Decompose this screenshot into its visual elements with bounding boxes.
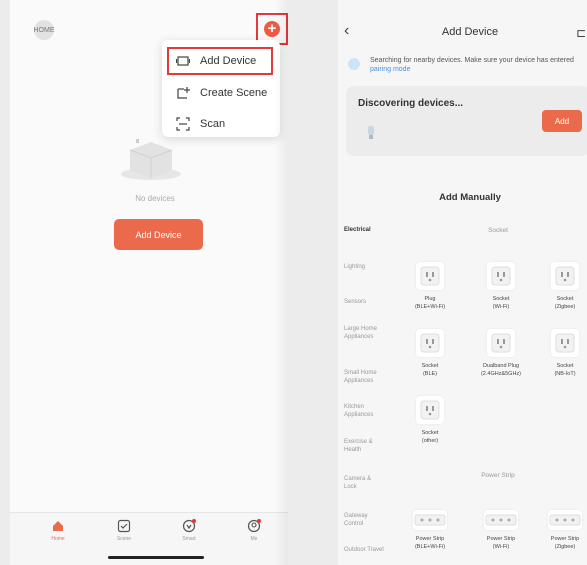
empty-state-text: No devices	[135, 194, 175, 203]
menu-item-label: Scan	[200, 118, 226, 130]
socket-icon	[416, 262, 444, 290]
device-socket-ble[interactable]: Socket (BLE)	[400, 329, 460, 378]
device-name: Power Strip	[550, 536, 580, 542]
device-protocol: (BLE)	[422, 371, 438, 377]
panel-shadow	[274, 0, 288, 565]
bluetooth-search-icon	[348, 58, 360, 70]
scan-icon[interactable]: ⊏	[576, 26, 586, 40]
category-exercise-health[interactable]: Exercise & Health	[344, 438, 384, 454]
discovered-device-icon	[368, 126, 374, 139]
device-protocol: (NB-IoT)	[554, 371, 576, 377]
tab-scene[interactable]: Scene	[104, 519, 144, 542]
home-selector-icon[interactable]: HOME	[33, 20, 55, 40]
socket-icon	[416, 396, 444, 424]
device-name: Socket	[556, 296, 574, 302]
tab-me[interactable]: Me	[234, 519, 274, 542]
category-camera-lock[interactable]: Camera & Lock	[344, 475, 384, 491]
socket-icon	[416, 329, 444, 357]
home-indicator	[108, 556, 204, 559]
home-icon	[53, 521, 63, 531]
device-name: Socket	[492, 296, 510, 302]
category-sensors[interactable]: Sensors	[344, 298, 404, 306]
device-name: Plug	[424, 296, 436, 302]
tab-label: Home	[51, 536, 65, 542]
device-protocol: (Zigbee)	[554, 544, 576, 550]
category-kitchen-appliances[interactable]: Kitchen Appliances	[344, 403, 390, 419]
device-plug-ble-wifi[interactable]: Plug (BLE+Wi-Fi)	[400, 262, 460, 311]
power-strip-icon	[413, 510, 447, 530]
tab-label: Smart	[182, 536, 196, 542]
device-protocol: (BLE+Wi-Fi)	[414, 304, 446, 310]
page-title: Add Device	[441, 26, 499, 38]
menu-item-label: Create Scene	[200, 87, 268, 99]
tab-label: Me	[250, 536, 258, 542]
add-manually-title: Add Manually	[439, 192, 501, 203]
socket-icon	[487, 329, 515, 357]
device-name: Socket	[556, 363, 574, 369]
device-name: Socket	[421, 363, 439, 369]
search-hint: Searching for nearby devices. Make sure …	[348, 56, 583, 74]
empty-box-illustration	[121, 139, 181, 180]
bottom-tab-bar: Home Scene Smart Me	[10, 512, 288, 565]
device-name: Socket	[421, 430, 439, 436]
category-lighting[interactable]: Lighting	[344, 263, 404, 271]
device-dualband-plug[interactable]: Dualband Plug (2.4GHz&5GHz)	[471, 329, 531, 378]
device-name: Power Strip	[415, 536, 445, 542]
tab-home[interactable]: Home	[38, 519, 78, 542]
device-socket-wifi[interactable]: Socket (Wi-Fi)	[471, 262, 531, 311]
discovered-add-button[interactable]: Add	[542, 110, 582, 132]
device-protocol: (2.4GHz&5GHz)	[480, 371, 522, 377]
device-protocol: (BLE+Wi-Fi)	[414, 544, 446, 550]
device-power-strip-wifi[interactable]: Power Strip (Wi-Fi)	[471, 510, 531, 551]
discovering-card: Discovering devices... Add	[346, 86, 587, 156]
menu-item-add-device[interactable]: Add Device	[167, 47, 273, 75]
tab-smart[interactable]: Smart	[169, 519, 209, 542]
power-strip-icon	[484, 510, 518, 530]
search-hint-text: Searching for nearby devices. Make sure …	[370, 57, 574, 64]
device-power-strip-ble-wifi[interactable]: Power Strip (BLE+Wi-Fi)	[400, 510, 460, 551]
section-power-strip-title: Power Strip	[481, 472, 515, 479]
category-electrical[interactable]: Electrical	[344, 226, 404, 234]
category-gateway-control[interactable]: Gateway Control	[344, 512, 384, 528]
device-protocol: (Wi-Fi)	[492, 304, 510, 310]
device-name: Dualband Plug	[482, 363, 520, 369]
device-socket-other[interactable]: Socket (other)	[400, 396, 460, 445]
add-device-screen: ‹ Add Device ⊏ Searching for nearby devi…	[338, 0, 587, 565]
smart-icon	[182, 519, 196, 533]
device-protocol: (other)	[421, 438, 439, 444]
device-socket-zigbee[interactable]: Socket (Zigbee)	[535, 262, 587, 311]
home-screen: HOME + Add Device Create Scene Scan No d…	[10, 0, 288, 565]
add-device-icon	[176, 56, 190, 66]
me-icon	[247, 519, 261, 533]
category-small-home-appliances[interactable]: Small Home Appliances	[344, 369, 392, 385]
category-outdoor-travel[interactable]: Outdoor Travel	[344, 546, 384, 554]
add-popup-menu: Add Device Create Scene Scan	[162, 40, 280, 137]
section-socket-title: Socket	[488, 227, 508, 234]
socket-icon	[551, 329, 579, 357]
device-power-strip-zigbee[interactable]: Power Strip (Zigbee)	[535, 510, 587, 551]
power-strip-icon	[548, 510, 582, 530]
scene-icon	[117, 519, 131, 533]
device-protocol: (Wi-Fi)	[492, 544, 510, 550]
menu-item-label: Add Device	[200, 55, 257, 67]
menu-item-create-scene[interactable]: Create Scene	[162, 79, 280, 107]
home-selector-label: HOME	[33, 26, 55, 34]
scan-icon	[176, 117, 190, 131]
socket-icon	[551, 262, 579, 290]
create-scene-icon	[177, 87, 190, 99]
socket-icon	[487, 262, 515, 290]
device-socket-nbiot[interactable]: Socket (NB-IoT)	[535, 329, 587, 378]
tab-label: Scene	[116, 536, 132, 542]
device-name: Power Strip	[486, 536, 516, 542]
add-device-button[interactable]: Add Device	[114, 219, 203, 250]
pairing-mode-link[interactable]: pairing mode	[370, 66, 410, 73]
category-large-home-appliances[interactable]: Large Home Appliances	[344, 325, 390, 341]
device-protocol: (Zigbee)	[554, 304, 576, 310]
discovering-title: Discovering devices...	[358, 98, 464, 109]
